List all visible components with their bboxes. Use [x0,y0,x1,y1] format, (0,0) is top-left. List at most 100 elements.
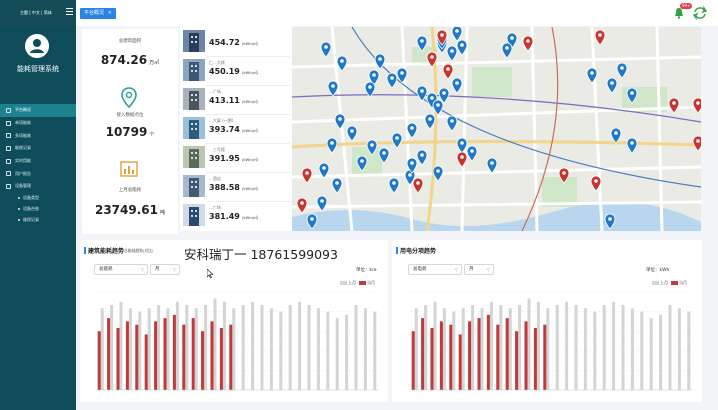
bar-previous-month[interactable] [593,311,597,390]
bar-previous-month[interactable] [213,298,217,390]
bar-current-month[interactable] [439,321,443,390]
bar-previous-month[interactable] [414,308,418,390]
sidebar-item-1[interactable]: 单项能耗 [0,117,76,130]
ranking-item[interactable]: ...酒店 388.58 (kWh/㎡) [183,173,291,200]
bar-previous-month[interactable] [508,308,512,390]
ranking-item[interactable]: ...大厦 (一期) 393.74 (kWh/㎡) [183,115,291,142]
bar-current-month[interactable] [144,334,148,390]
bar-current-month[interactable] [163,318,167,390]
bar-current-month[interactable] [229,324,233,390]
ranking-item[interactable]: ...广场 413.11 (kWh/㎡) [183,86,291,113]
bar-previous-month[interactable] [298,301,302,390]
bar-previous-month[interactable] [232,308,236,390]
chart1-period-select[interactable]: 月 ▽ [150,264,180,275]
chart2-type-select[interactable]: 总电耗 ▽ [408,264,462,275]
bar-previous-month[interactable] [326,311,330,390]
sidebar-subitem-0[interactable]: 设备类型 [0,193,76,204]
bar-current-month[interactable] [430,327,434,390]
sidebar-item-5[interactable]: 用户报告 [0,167,76,180]
bar-current-month[interactable] [107,318,111,390]
bar-previous-month[interactable] [489,301,493,390]
bar-previous-month[interactable] [100,308,104,390]
bar-previous-month[interactable] [565,301,569,390]
bar-previous-month[interactable] [640,311,644,390]
bar-previous-month[interactable] [307,305,311,390]
bar-previous-month[interactable] [354,305,358,390]
bar-previous-month[interactable] [241,305,245,390]
bar-previous-month[interactable] [687,311,691,390]
bar-previous-month[interactable] [659,314,663,390]
tab-platform-overview[interactable]: 平台概况 × [80,8,116,19]
bar-current-month[interactable] [533,327,537,390]
bar-current-month[interactable] [116,327,120,390]
bar-current-month[interactable] [505,318,509,390]
bar-current-month[interactable] [219,327,223,390]
bar-previous-month[interactable] [527,298,531,390]
bar-current-month[interactable] [496,324,500,390]
chart1-type-select[interactable]: 总能耗 ▽ [94,264,148,275]
bar-previous-month[interactable] [649,318,653,390]
bar-previous-month[interactable] [518,305,522,390]
bar-current-month[interactable] [543,324,547,390]
sidebar-item-6[interactable]: 设备管理 [0,180,76,193]
bar-previous-month[interactable] [269,308,273,390]
topbar-text[interactable]: 主题 | 中文 | 简体 [20,10,52,16]
bar-previous-month[interactable] [602,305,606,390]
bar-current-month[interactable] [201,331,205,390]
sidebar-item-0[interactable]: 平台概况 [0,104,76,117]
bar-current-month[interactable] [458,334,462,390]
bar-current-month[interactable] [182,324,186,390]
bar-current-month[interactable] [515,331,519,390]
bar-previous-month[interactable] [222,301,226,390]
bar-previous-month[interactable] [138,311,142,390]
bar-previous-month[interactable] [480,308,484,390]
bar-previous-month[interactable] [433,301,437,390]
bar-previous-month[interactable] [279,311,283,390]
bar-previous-month[interactable] [536,301,540,390]
bar-current-month[interactable] [486,314,490,390]
bar-previous-month[interactable] [110,305,114,390]
bar-previous-month[interactable] [157,305,161,390]
bar-previous-month[interactable] [119,301,123,390]
bar-previous-month[interactable] [546,308,550,390]
bar-previous-month[interactable] [442,308,446,390]
hamburger-icon[interactable] [66,8,73,15]
bar-previous-month[interactable] [424,305,428,390]
bar-current-month[interactable] [421,318,425,390]
refresh-icon[interactable] [693,6,707,20]
ranking-item[interactable]: 454.72 (kWh/㎡) [183,28,291,55]
sidebar-subitem-1[interactable]: 设备台账 [0,204,76,215]
bar-previous-month[interactable] [461,308,465,390]
sidebar-subitem-2[interactable]: 维保记录 [0,215,76,226]
bar-previous-month[interactable] [260,305,264,390]
bar-current-month[interactable] [97,331,101,390]
bar-previous-month[interactable] [612,301,616,390]
sidebar-item-3[interactable]: 能耗记录 [0,142,76,155]
chart2-period-select[interactable]: 月 ▽ [464,264,494,275]
bar-current-month[interactable] [172,314,176,390]
bar-current-month[interactable] [191,318,195,390]
bar-current-month[interactable] [477,318,481,390]
bar-previous-month[interactable] [630,308,634,390]
bar-current-month[interactable] [411,331,415,390]
sidebar-item-2[interactable]: 多项能耗 [0,129,76,142]
bar-previous-month[interactable] [574,305,578,390]
tab-close-icon[interactable]: × [108,10,112,16]
bar-previous-month[interactable] [363,308,367,390]
bar-previous-month[interactable] [452,311,456,390]
bar-current-month[interactable] [468,321,472,390]
sidebar-item-4[interactable]: 实时用能 [0,155,76,168]
ranking-item[interactable]: 仁...大楼 450.19 (kWh/㎡) [183,57,291,84]
ranking-item[interactable]: ...三号楼 391.95 (kWh/㎡) [183,144,291,171]
ranking-item[interactable]: ...广场 381.49 (kWh/㎡) [183,202,291,229]
bar-previous-month[interactable] [345,314,349,390]
bar-previous-month[interactable] [128,308,132,390]
bar-previous-month[interactable] [499,305,503,390]
bar-current-month[interactable] [125,321,129,390]
bar-current-month[interactable] [135,324,139,390]
bar-previous-month[interactable] [373,311,377,390]
bar-previous-month[interactable] [316,308,320,390]
bar-previous-month[interactable] [668,305,672,390]
bar-current-month[interactable] [524,321,528,390]
bar-current-month[interactable] [154,321,158,390]
